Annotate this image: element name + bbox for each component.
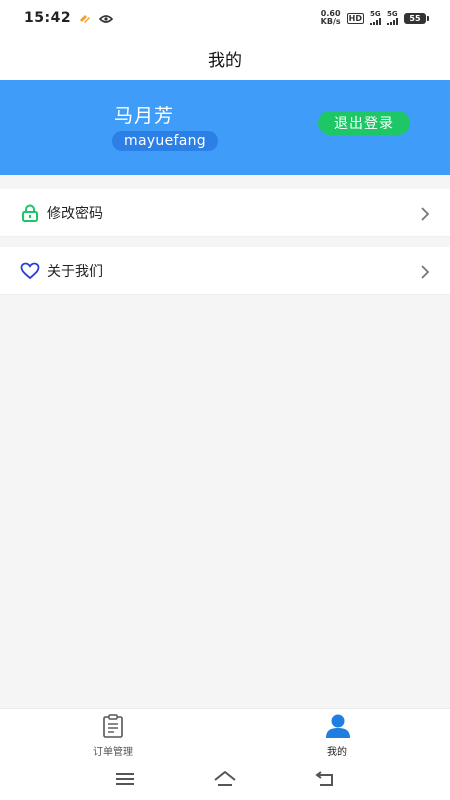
profile-name: 马月芳: [114, 105, 175, 127]
content-background: [0, 296, 450, 708]
signal-1-label: 5G: [370, 10, 381, 18]
menu-item-about-us[interactable]: 关于我们: [0, 247, 450, 295]
menu-item-label: 关于我们: [47, 263, 103, 280]
menu-item-change-password[interactable]: 修改密码: [0, 189, 450, 237]
profile-username-badge: mayuefang: [112, 131, 218, 151]
menu-item-label: 修改密码: [47, 205, 103, 222]
tab-label: 订单管理: [93, 747, 133, 758]
title-bar: 我的: [0, 36, 450, 80]
bottom-tab-bar: 订单管理 我的: [0, 708, 450, 760]
status-left: 15:42: [24, 9, 114, 28]
chevron-right-icon: [420, 206, 430, 221]
notification-app-icon-2: [98, 9, 114, 28]
menu-icon[interactable]: [113, 769, 137, 789]
status-right: 0.60 KB/s HD 5G 5G 55: [321, 10, 429, 26]
battery-icon: 55: [404, 12, 429, 24]
signal-2-icon: 5G: [387, 11, 398, 25]
tab-order-management[interactable]: 订单管理: [53, 713, 173, 759]
logout-button[interactable]: 退出登录: [318, 111, 410, 135]
net-speed-indicator: 0.60 KB/s: [321, 10, 341, 26]
person-icon: [324, 713, 350, 739]
notification-app-icon: [79, 9, 91, 28]
status-time: 15:42: [24, 10, 72, 26]
net-speed-unit: KB/s: [320, 17, 341, 26]
status-bar: 15:42 0.60 KB/s HD 5G 5G 55: [0, 0, 450, 36]
tab-label: 我的: [327, 747, 347, 758]
home-icon[interactable]: [213, 769, 237, 789]
battery-level: 55: [409, 13, 421, 23]
chevron-right-icon: [420, 264, 430, 279]
heart-icon: [20, 261, 40, 281]
profile-header: 马月芳 mayuefang 退出登录: [0, 80, 450, 175]
clipboard-icon: [100, 713, 126, 739]
hd-badge: HD: [346, 12, 364, 24]
system-nav-bar: [0, 760, 450, 800]
lock-icon: [20, 203, 40, 223]
page-title: 我的: [208, 50, 242, 71]
signal-1-icon: 5G: [370, 11, 381, 25]
back-icon[interactable]: [313, 769, 337, 789]
signal-2-label: 5G: [387, 10, 398, 18]
tab-mine[interactable]: 我的: [277, 713, 397, 759]
